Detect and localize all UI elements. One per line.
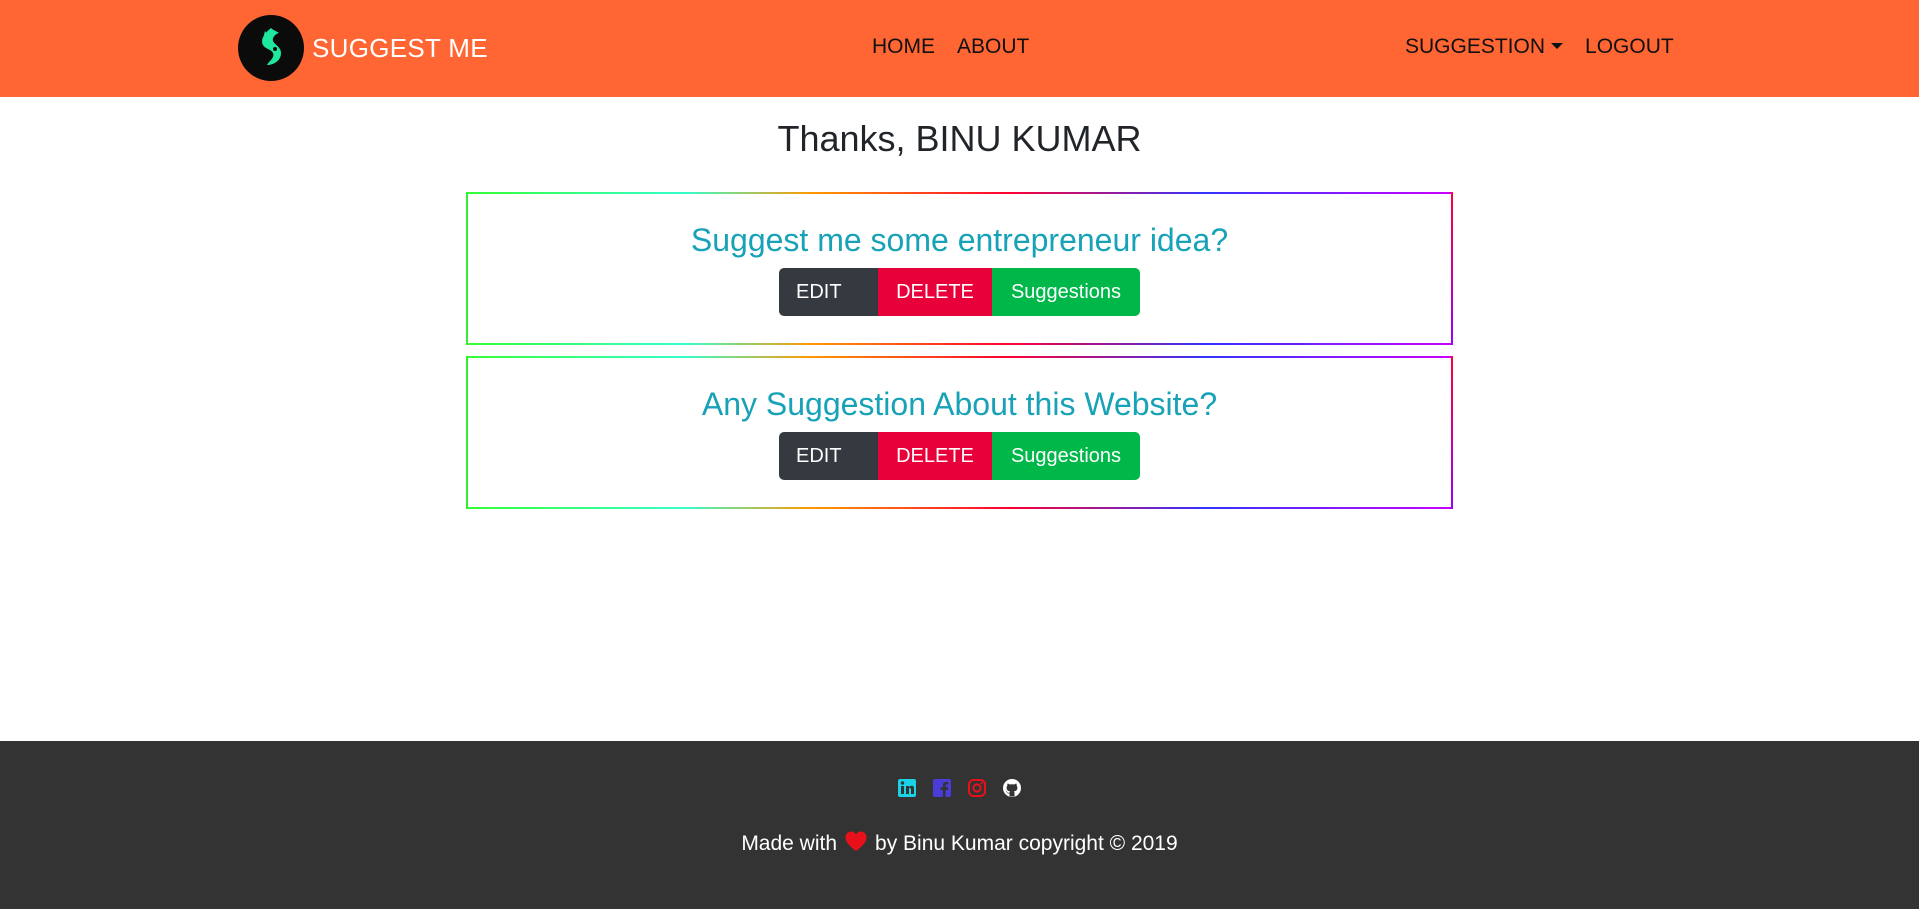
delete-button[interactable]: DELETE	[878, 432, 992, 480]
suggestion-dropdown-label: SUGGESTION	[1405, 35, 1546, 58]
instagram-icon[interactable]	[967, 778, 987, 798]
linkedin-icon[interactable]	[897, 778, 917, 798]
main-nav: HOME ABOUT	[872, 35, 1029, 59]
suggestion-dropdown[interactable]: SUGGESTION	[1405, 35, 1564, 59]
page-title: Thanks, BINU KUMAR	[777, 118, 1142, 159]
github-icon[interactable]	[1002, 778, 1022, 798]
caret-down-icon	[1551, 42, 1564, 49]
footer-credit: Made with by Binu Kumar copyright © 2019	[0, 830, 1919, 858]
edit-button[interactable]: EDIT	[779, 268, 878, 316]
delete-button[interactable]: DELETE	[878, 268, 992, 316]
nav-about[interactable]: ABOUT	[957, 35, 1029, 59]
question-card: Suggest me some entrepreneur idea? EDIT …	[466, 192, 1453, 345]
brand-link[interactable]: SUGGEST ME	[238, 15, 488, 81]
footer: Made with by Binu Kumar copyright © 2019	[0, 741, 1919, 909]
heart-icon	[844, 830, 868, 858]
nav-logout[interactable]: LOGOUT	[1585, 35, 1674, 59]
suggestions-button[interactable]: Suggestions	[992, 432, 1140, 480]
credit-text: by Binu Kumar copyright © 2019	[875, 832, 1178, 855]
user-nav: SUGGESTION LOGOUT	[1405, 35, 1674, 59]
social-links	[0, 778, 1919, 798]
made-with-text: Made with	[741, 832, 838, 855]
question-actions: EDIT DELETE Suggestions	[779, 432, 1140, 480]
question-title: Any Suggestion About this Website?	[701, 386, 1218, 422]
question-title: Suggest me some entrepreneur idea?	[690, 222, 1229, 258]
navbar: SUGGEST ME HOME ABOUT SUGGESTION LOGOUT	[0, 0, 1919, 97]
suggestions-button[interactable]: Suggestions	[992, 268, 1140, 316]
edit-button[interactable]: EDIT	[779, 432, 878, 480]
brand-logo-icon	[238, 15, 304, 81]
question-card: Any Suggestion About this Website? EDIT …	[466, 356, 1453, 509]
question-actions: EDIT DELETE Suggestions	[779, 268, 1140, 316]
nav-home[interactable]: HOME	[872, 35, 935, 59]
brand-name: SUGGEST ME	[312, 32, 488, 63]
facebook-icon[interactable]	[932, 778, 952, 798]
